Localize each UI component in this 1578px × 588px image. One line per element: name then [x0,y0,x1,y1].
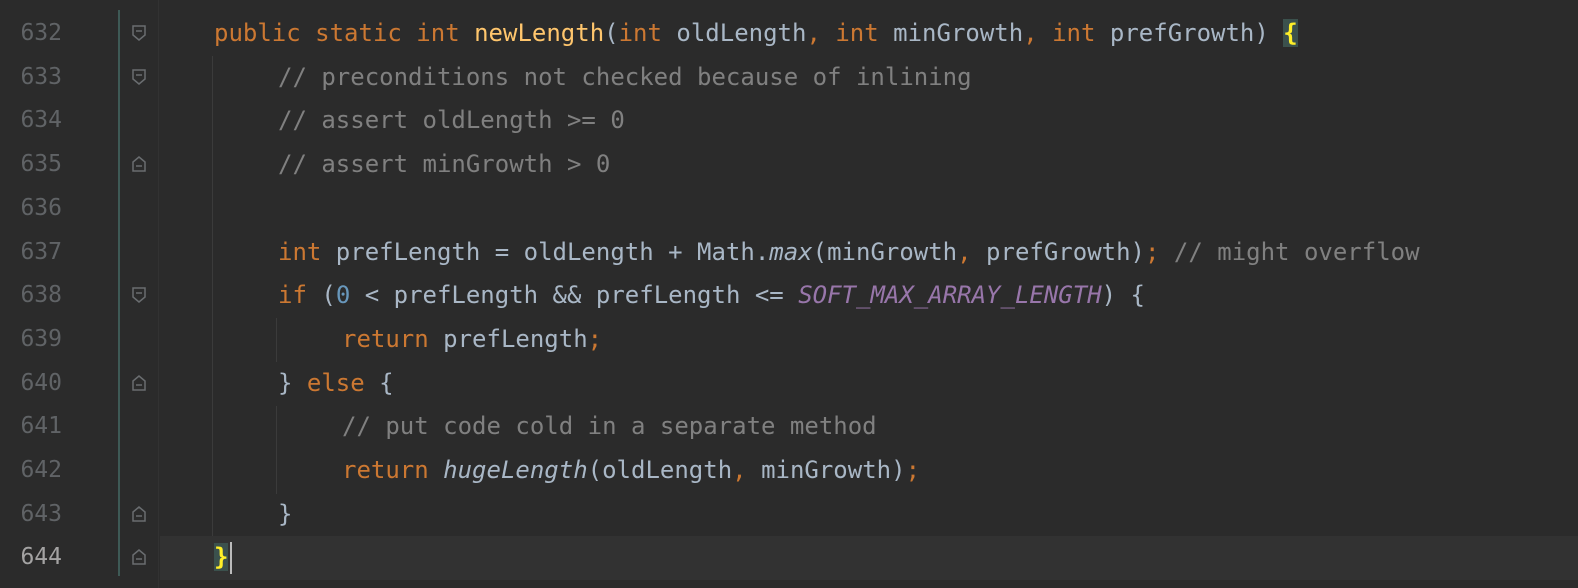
text-caret [230,542,232,574]
code-token: ; [905,456,921,484]
code-line[interactable]: 644} [0,535,1578,579]
code-token: < prefLength && prefLength <= [350,281,799,310]
fold-open-icon[interactable] [130,285,148,305]
code-line[interactable]: 635 // assert minGrowth > 0 [0,142,1578,186]
code-token: (minGrowth [812,237,958,266]
code-token: 0 [335,281,351,310]
line-number[interactable]: 642 [0,448,62,492]
code-token: // assert minGrowth > 0 [278,150,611,179]
line-number[interactable]: 644 [0,535,62,579]
code-token: ) { [1101,281,1145,310]
line-number[interactable]: 633 [0,55,62,99]
code-line[interactable]: 633 // preconditions not checked because … [0,55,1578,99]
code-token: ( [604,19,619,47]
fold-end-icon[interactable] [130,373,148,393]
code-text[interactable]: if (0 < prefLength && prefLength <= SOFT… [278,273,1145,317]
code-token: minGrowth [893,19,1024,47]
code-token: hugeLength [443,456,588,484]
fold-end-icon[interactable] [130,547,148,567]
fold-open-icon[interactable] [130,67,148,87]
line-number[interactable]: 635 [0,142,62,186]
code-token: if [278,281,322,310]
code-token: } [278,499,293,528]
code-text[interactable]: // assert minGrowth > 0 [278,142,610,186]
code-token: int [278,237,336,266]
code-token: } [214,543,229,572]
code-token: else [306,368,380,397]
code-token: prefLength = oldLength + Math. [335,237,770,266]
line-number[interactable]: 632 [0,11,62,55]
code-token: (oldLength [587,456,733,484]
code-token: // put code cold in a separate method [342,412,877,441]
line-number[interactable]: 638 [0,273,62,317]
code-text[interactable]: } else { [278,361,394,405]
line-number[interactable]: 637 [0,230,62,274]
fold-end-icon[interactable] [130,504,148,524]
code-token: public static int [214,19,475,47]
code-token: prefGrowth) [986,237,1145,266]
code-token: // might overflow [1173,237,1420,266]
line-number[interactable]: 640 [0,361,62,405]
code-line[interactable]: 634 // assert oldLength >= 0 [0,98,1578,142]
line-number[interactable]: 639 [0,317,62,361]
code-token: max [769,237,813,266]
code-line[interactable]: 642 return hugeLength(oldLength, minGrowt… [0,448,1578,492]
line-number[interactable]: 643 [0,492,62,536]
code-token: // preconditions not checked because of … [278,62,972,91]
code-token: int [1052,19,1110,47]
code-token: ; [1145,237,1174,266]
code-line[interactable]: 639 return prefLength; [0,317,1578,361]
code-token: minGrowth) [761,456,906,484]
code-line[interactable]: 636 [0,186,1578,230]
code-token: , [806,19,836,47]
code-line[interactable]: 643} [0,492,1578,536]
code-token: , [1023,19,1053,47]
code-editor[interactable]: 632 public static int newLength(int oldLe… [0,0,1578,588]
code-text[interactable]: // assert oldLength >= 0 [278,98,625,142]
code-token: int [835,19,894,47]
code-line[interactable]: 638 if (0 < prefLength && prefLength <= S… [0,273,1578,317]
code-token: prefGrowth) [1109,19,1284,47]
code-token: return [342,456,444,484]
code-token: , [957,237,987,266]
code-text[interactable]: public static int newLength(int oldLengt… [214,11,1298,55]
code-text[interactable]: // put code cold in a separate method [342,404,877,448]
code-token: SOFT_MAX_ARRAY_LENGTH [798,281,1102,310]
code-token: newLength [474,19,605,47]
code-text[interactable]: } [214,535,229,579]
code-token: ; [587,324,603,353]
code-line[interactable]: 637 int prefLength = oldLength + Math.max… [0,230,1578,274]
code-token: prefLength [443,324,588,353]
code-line[interactable]: 641 // put code cold in a separate method [0,404,1578,448]
code-text[interactable]: // preconditions not checked because of … [278,55,972,99]
code-line[interactable]: 632 public static int newLength(int oldLe… [0,11,1578,55]
code-text[interactable]: int prefLength = oldLength + Math.max(mi… [278,230,1420,274]
code-text[interactable]: return prefLength; [342,317,602,361]
fold-end-icon[interactable] [130,154,148,174]
line-number[interactable]: 641 [0,404,62,448]
line-number[interactable]: 636 [0,186,62,230]
code-token: oldLength [676,19,807,47]
code-token: ( [321,281,336,310]
code-token: return [342,324,444,353]
code-token: } [278,368,307,397]
code-token: { [379,368,394,397]
code-token: { [1283,19,1298,47]
code-token: , [732,456,762,484]
code-token: // assert oldLength >= 0 [278,106,625,135]
code-text[interactable]: } [278,492,292,536]
code-line[interactable]: 640} else { [0,361,1578,405]
code-token: int [618,19,677,47]
code-text[interactable]: return hugeLength(oldLength, minGrowth); [342,448,920,492]
fold-open-icon[interactable] [130,23,148,43]
line-number[interactable]: 634 [0,98,62,142]
